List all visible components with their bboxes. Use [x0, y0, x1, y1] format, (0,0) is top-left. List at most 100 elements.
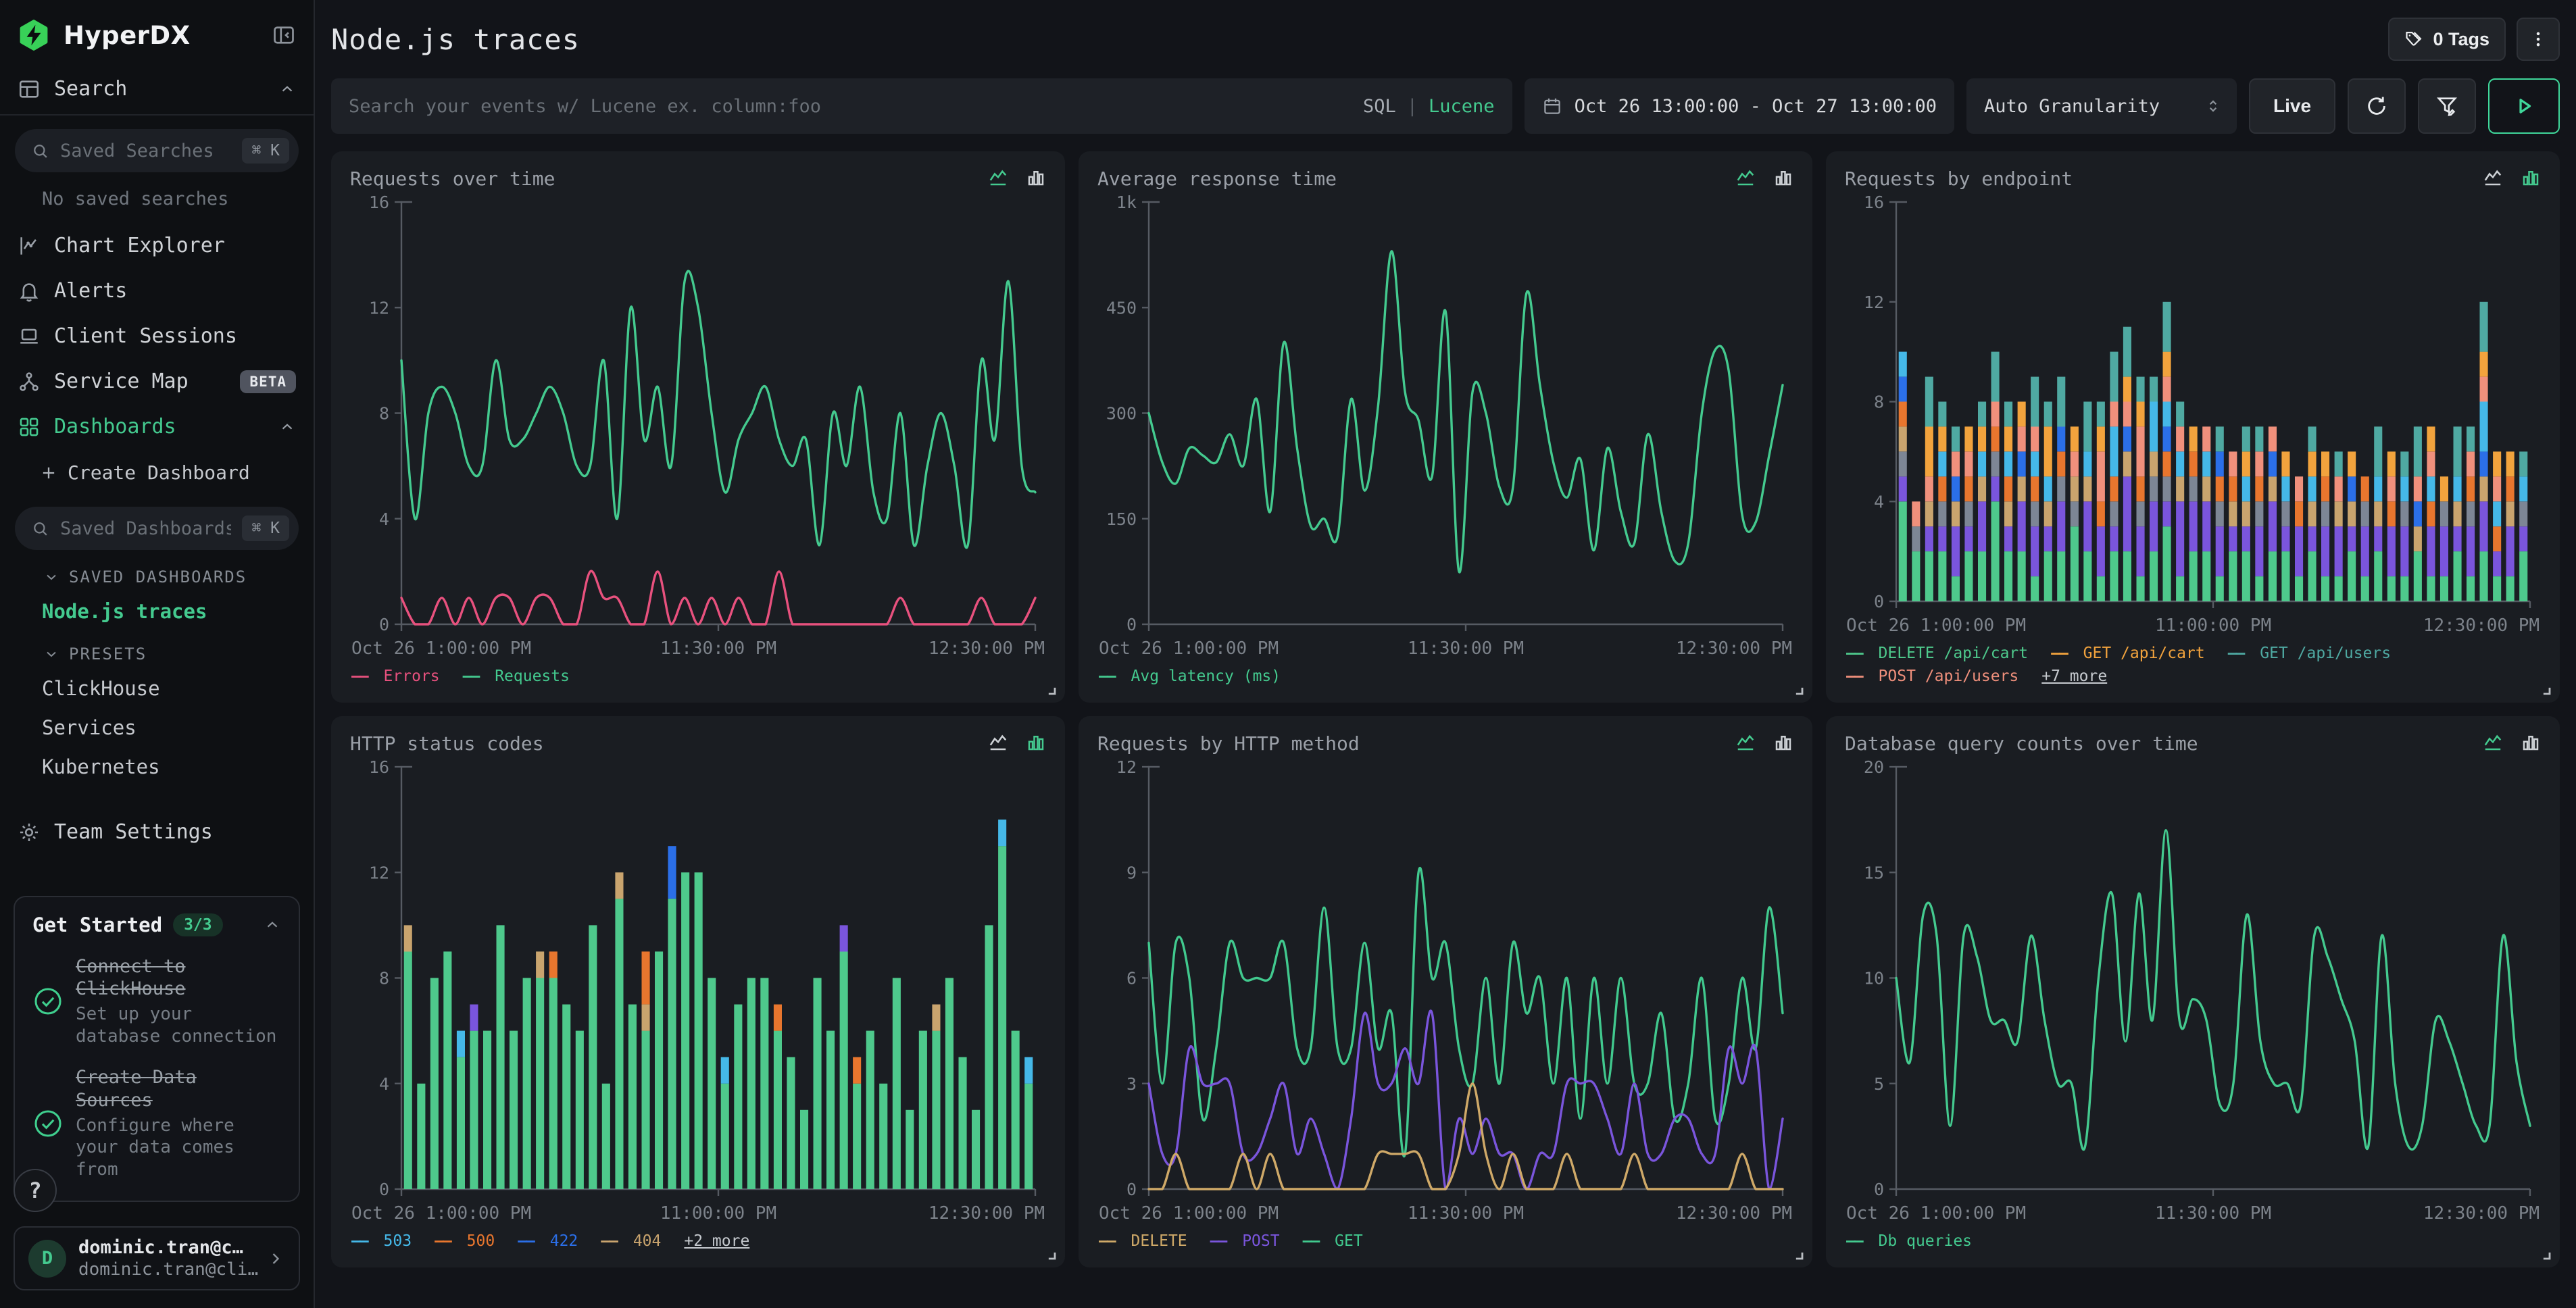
presets-section-header[interactable]: PRESETS	[0, 631, 314, 669]
legend-item[interactable]: —— POST /api/users	[1846, 668, 2018, 685]
page-title: Node.js traces	[331, 23, 580, 56]
search-icon	[31, 520, 49, 538]
legend-item[interactable]: —— GET /api/cart	[2051, 645, 2205, 662]
saved-dashboards-input[interactable]: Saved Dashboards ⌘ K	[15, 507, 299, 550]
resize-handle-icon[interactable]	[1045, 684, 1058, 697]
search-input[interactable]	[349, 96, 1349, 117]
sidebar-item-client-sessions[interactable]: Client Sessions	[0, 313, 314, 359]
svg-text:12: 12	[1864, 293, 1884, 312]
date-range-picker[interactable]: Oct 26 13:00:00 - Oct 27 13:00:00	[1525, 78, 1954, 134]
line-chart-toggle-icon[interactable]	[1735, 732, 1756, 753]
sql-mode-toggle[interactable]: SQL	[1363, 96, 1396, 117]
task-title: Create Data Sources	[76, 1066, 281, 1112]
sidebar-preset-clickhouse[interactable]: ClickHouse	[0, 669, 314, 708]
legend-item[interactable]: —— 422	[518, 1232, 578, 1250]
sidebar-item-chart-explorer[interactable]: Chart Explorer	[0, 223, 314, 268]
sidebar-item-label: Alerts	[54, 279, 127, 303]
sidebar-collapse-icon[interactable]	[272, 23, 296, 47]
line-chart-toggle-icon[interactable]	[2483, 732, 2503, 753]
sidebar-dashboard-nodejs-traces[interactable]: Node.js traces	[0, 592, 314, 631]
bar-chart-toggle-icon[interactable]	[1026, 732, 1046, 753]
resize-handle-icon[interactable]	[1045, 1249, 1058, 1262]
legend-item[interactable]: —— GET	[1303, 1232, 1363, 1250]
resize-handle-icon[interactable]	[2540, 684, 2553, 697]
gear-icon	[18, 821, 41, 844]
legend-more-link[interactable]: +2 more	[684, 1232, 749, 1250]
sidebar-item-dashboards[interactable]: Dashboards	[0, 404, 314, 449]
run-query-button[interactable]	[2488, 78, 2560, 134]
granularity-select[interactable]: Auto Granularity	[1966, 78, 2237, 134]
filter-funnel-icon	[2435, 95, 2458, 118]
resize-handle-icon[interactable]	[2540, 1249, 2553, 1262]
line-chart-toggle-icon[interactable]	[2483, 168, 2503, 188]
sidebar-item-service-map[interactable]: Service Map BETA	[0, 359, 314, 404]
legend-item[interactable]: —— Requests	[463, 668, 570, 685]
refresh-button[interactable]	[2348, 78, 2406, 134]
legend-item[interactable]: —— 404	[601, 1232, 661, 1250]
get-started-task[interactable]: Connect to ClickHouse Set up your databa…	[32, 955, 281, 1048]
line-chart-toggle-icon[interactable]	[1735, 168, 1756, 188]
chart-card-requests-by-http-method: Requests by HTTP method 036912Oct 26 1:0…	[1079, 716, 1812, 1267]
filter-button[interactable]	[2418, 78, 2476, 134]
legend-item[interactable]: —— Db queries	[1846, 1232, 1972, 1250]
svg-text:4: 4	[379, 1074, 389, 1094]
calendar-icon	[1542, 96, 1562, 116]
line-chart-toggle-icon[interactable]	[988, 732, 1008, 753]
resize-handle-icon[interactable]	[1792, 684, 1806, 697]
chevron-up-icon[interactable]	[278, 80, 296, 98]
lucene-mode-toggle[interactable]: Lucene	[1429, 96, 1495, 117]
task-description: Configure where your data comes from	[76, 1115, 281, 1181]
bar-chart-toggle-icon[interactable]	[1026, 168, 1046, 188]
chevron-up-icon[interactable]	[264, 916, 281, 934]
create-dashboard-button[interactable]: Create Dashboard	[0, 449, 314, 493]
get-started-task[interactable]: Create Data Sources Configure where your…	[32, 1066, 281, 1180]
legend-more-link[interactable]: +7 more	[2041, 668, 2107, 685]
more-options-button[interactable]	[2517, 18, 2560, 61]
help-button[interactable]: ?	[14, 1169, 57, 1212]
line-chart-toggle-icon[interactable]	[988, 168, 1008, 188]
bar-chart-toggle-icon[interactable]	[2521, 168, 2541, 188]
legend-item[interactable]: —— 500	[435, 1232, 495, 1250]
sidebar-item-search[interactable]: Search	[0, 66, 314, 116]
svg-text:9: 9	[1126, 863, 1137, 882]
saved-dashboards-section-header[interactable]: SAVED DASHBOARDS	[0, 554, 314, 592]
create-dashboard-label: Create Dashboard	[68, 461, 250, 484]
svg-text:8: 8	[379, 969, 389, 988]
svg-text:12:30:00 PM: 12:30:00 PM	[928, 1203, 1045, 1224]
brand-name: HyperDX	[64, 21, 258, 50]
chart-card-requests-over-time: Requests over time 0481216Oct 26 1:00:00…	[331, 151, 1065, 703]
chart-title: Requests by HTTP method	[1097, 732, 1360, 755]
layout-icon	[18, 78, 41, 101]
svg-text:10: 10	[1864, 969, 1884, 988]
legend-item[interactable]: —— Errors	[351, 668, 440, 685]
legend-item[interactable]: —— DELETE	[1099, 1232, 1187, 1250]
legend-item[interactable]: —— GET /api/users	[2228, 645, 2391, 662]
svg-text:15: 15	[1864, 863, 1884, 882]
chevron-down-icon	[43, 569, 59, 585]
sidebar-preset-services[interactable]: Services	[0, 708, 314, 747]
user-menu[interactable]: D dominic.tran@c… dominic.tran@cli…	[14, 1226, 300, 1290]
task-description: Set up your database connection	[76, 1003, 281, 1047]
plus-icon	[39, 463, 58, 482]
chevron-up-icon[interactable]	[278, 418, 296, 436]
sidebar-bottom: Get Started 3/3 Connect to ClickHouse Se…	[0, 896, 314, 1308]
live-button[interactable]: Live	[2249, 78, 2335, 134]
bar-chart-toggle-icon[interactable]	[1773, 732, 1793, 753]
svg-text:5: 5	[1874, 1074, 1884, 1094]
chart-plot: 036912Oct 26 1:00:00 PM11:30:00 PM12:30:…	[1097, 755, 1793, 1228]
legend-item[interactable]: —— POST	[1210, 1232, 1280, 1250]
tags-button[interactable]: 0 Tags	[2388, 18, 2506, 61]
legend-item[interactable]: —— Avg latency (ms)	[1099, 668, 1281, 685]
bar-chart-toggle-icon[interactable]	[2521, 732, 2541, 753]
saved-searches-input[interactable]: Saved Searches ⌘ K	[15, 129, 299, 172]
bar-chart-toggle-icon[interactable]	[1773, 168, 1793, 188]
resize-handle-icon[interactable]	[1792, 1249, 1806, 1262]
sidebar-item-team-settings[interactable]: Team Settings	[0, 809, 314, 855]
legend-item[interactable]: —— DELETE /api/cart	[1846, 645, 2028, 662]
svg-text:12:30:00 PM: 12:30:00 PM	[2423, 615, 2540, 636]
legend-item[interactable]: —— 503	[351, 1232, 412, 1250]
svg-text:11:30:00 PM: 11:30:00 PM	[1408, 638, 1524, 659]
sidebar-item-alerts[interactable]: Alerts	[0, 268, 314, 313]
svg-text:8: 8	[1874, 393, 1884, 412]
sidebar-preset-kubernetes[interactable]: Kubernetes	[0, 747, 314, 786]
